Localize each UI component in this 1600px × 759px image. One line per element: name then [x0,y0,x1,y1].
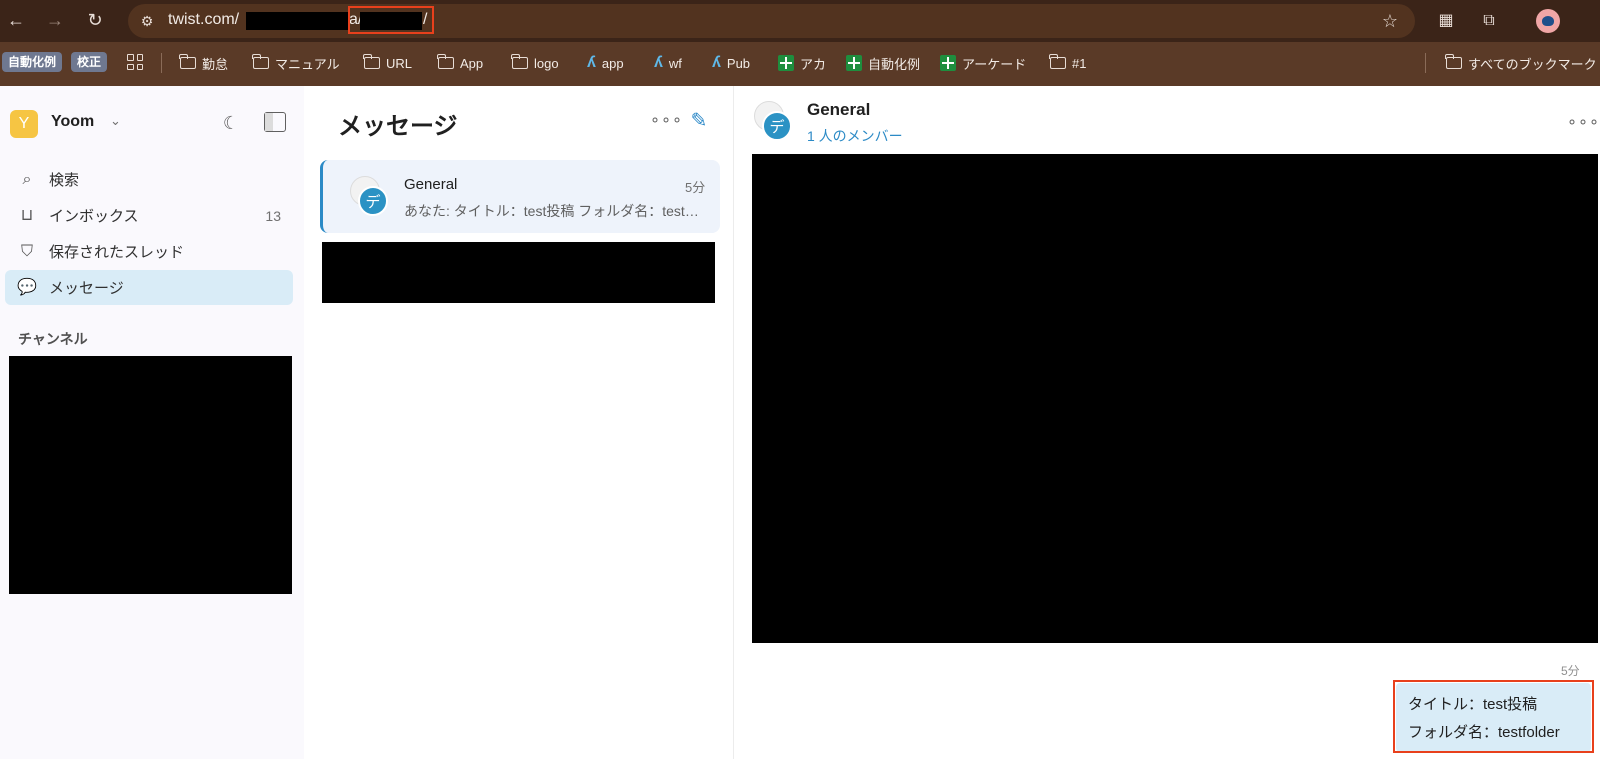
bookmark-folder[interactable]: App [437,53,484,73]
folder-icon [1049,54,1066,69]
apps-grid-icon[interactable] [127,54,143,70]
bookmark-sheet[interactable]: 自動化例 [846,53,920,73]
bookmark-sheet[interactable]: アーケード [940,53,1026,73]
message-highlight-box [1393,680,1594,753]
spreadsheet-icon [940,55,956,71]
conversation-snippet: あなた: タイトル：test投稿 フォルダ名：testfolder [404,203,702,219]
sidebar-item-saved-threads[interactable]: ⛉ 保存されたスレッド [5,234,293,269]
workspace-logo[interactable]: Y [10,110,38,138]
inbox-count: 13 [265,207,281,224]
sidebar-item-label: 検索 [49,172,80,189]
all-bookmarks-folder[interactable]: すべてのブックマーク [1445,53,1597,73]
page-title: メッセージ [338,113,458,140]
spreadsheet-icon [846,55,862,71]
more-options-icon[interactable]: ∘∘∘ [650,110,683,130]
sidebar-item-search[interactable]: ⌕ 検索 [5,162,293,197]
sidebar-item-label: メッセージ [49,280,124,297]
extensions-icon[interactable]: ⧉ [1477,9,1501,33]
bookmark-label: マニュアル [275,56,340,72]
sidebar-item-label: インボックス [49,208,139,225]
conversation-title: General [807,100,871,119]
bookmark-folder[interactable]: #1 [1049,53,1087,73]
bookmark-label: アカ [800,56,827,72]
redacted-message-history [752,154,1598,643]
folder-icon [437,54,454,69]
bookmark-label: App [460,55,484,71]
profile-avatar[interactable] [1536,9,1560,33]
search-icon: ⌕ [22,170,32,188]
bookmark-folder[interactable]: マニュアル [252,53,340,73]
url-highlight-box [348,6,434,34]
bookmark-twist[interactable]: ʎ app [587,53,624,73]
bookmark-label: 勤怠 [202,56,229,72]
message-icon: 💬 [17,278,37,296]
moon-icon[interactable]: ☾ [219,111,243,135]
bookmark-label: 自動化例 [868,56,921,72]
folder-icon [511,54,528,69]
twist-logo-icon: ʎ [654,54,663,71]
reload-icon[interactable]: ↻ [83,8,107,32]
bookmark-star-icon[interactable]: ☆ [1378,9,1402,33]
redacted-conversation-item [322,242,715,303]
bookmark-twist[interactable]: ʎ Pub [712,53,750,73]
folder-icon [1445,54,1462,69]
site-settings-icon[interactable]: ⚙ [136,10,158,32]
channels-header: チャンネル [18,331,88,347]
conversation-avatar: デ [350,176,388,216]
inbox-icon: ⊔ [20,206,34,224]
bookmark-label: アーケード [962,56,1027,72]
conversation-name: General [404,176,458,193]
bookmarks-divider [161,53,162,73]
all-bookmarks-label: すべてのブックマーク [1468,56,1597,72]
bookmark-label: URL [386,55,413,71]
twist-logo-icon: ʎ [587,54,596,71]
qr-code-icon[interactable]: ▦ [1434,9,1458,33]
bookmark-twist[interactable]: ʎ wf [654,53,682,73]
bookmark-folder[interactable]: logo [511,53,559,73]
bookmark-folder[interactable]: 勤怠 [179,53,229,73]
bookmark-label: wf [668,55,682,71]
avatar: デ [358,186,388,216]
twist-logo-icon: ʎ [712,54,721,71]
chevron-down-icon[interactable]: ⌄ [110,113,121,129]
back-icon[interactable]: ← [4,8,28,32]
conversation-header-avatar: デ [754,101,792,141]
spreadsheet-icon [778,55,794,71]
compose-icon[interactable]: ✎ [687,109,711,133]
workspace-name[interactable]: Yoom [51,113,94,131]
folder-icon [179,54,196,69]
bookmark-label: Pub [726,55,751,71]
bookmark-label: #1 [1072,55,1087,71]
url-text: twist.com/ [168,11,240,28]
member-count-link[interactable]: 1 人のメンバー [807,126,903,146]
bookmark-icon: ⛉ [20,242,33,260]
message-timestamp: 5分 [1561,664,1580,678]
sidebar-item-inbox[interactable]: ⊔ インボックス 13 [5,198,293,233]
bookmark-label: app [601,55,624,71]
sidebar-toggle-icon[interactable] [264,112,286,132]
redacted-channel-list [9,356,292,594]
sidebar-item-messages[interactable]: 💬 メッセージ [5,270,293,305]
bookmarks-divider [1425,53,1426,73]
bookmark-label: logo [534,55,559,71]
bookmark-badge[interactable]: 校正 [71,52,108,72]
conversation-time: 5分 [685,180,706,195]
avatar: デ [762,111,792,141]
more-options-icon[interactable]: ∘∘∘ [1567,112,1600,132]
bookmark-badge[interactable]: 自動化例 [2,52,63,72]
bookmark-folder[interactable]: URL [363,53,413,73]
sidebar-item-label: 保存されたスレッド [49,244,185,261]
folder-icon [363,54,380,69]
redacted-url-part [246,12,350,30]
forward-icon[interactable]: → [43,8,67,32]
bookmark-sheet[interactable]: アカ [778,53,826,73]
folder-icon [252,54,269,69]
